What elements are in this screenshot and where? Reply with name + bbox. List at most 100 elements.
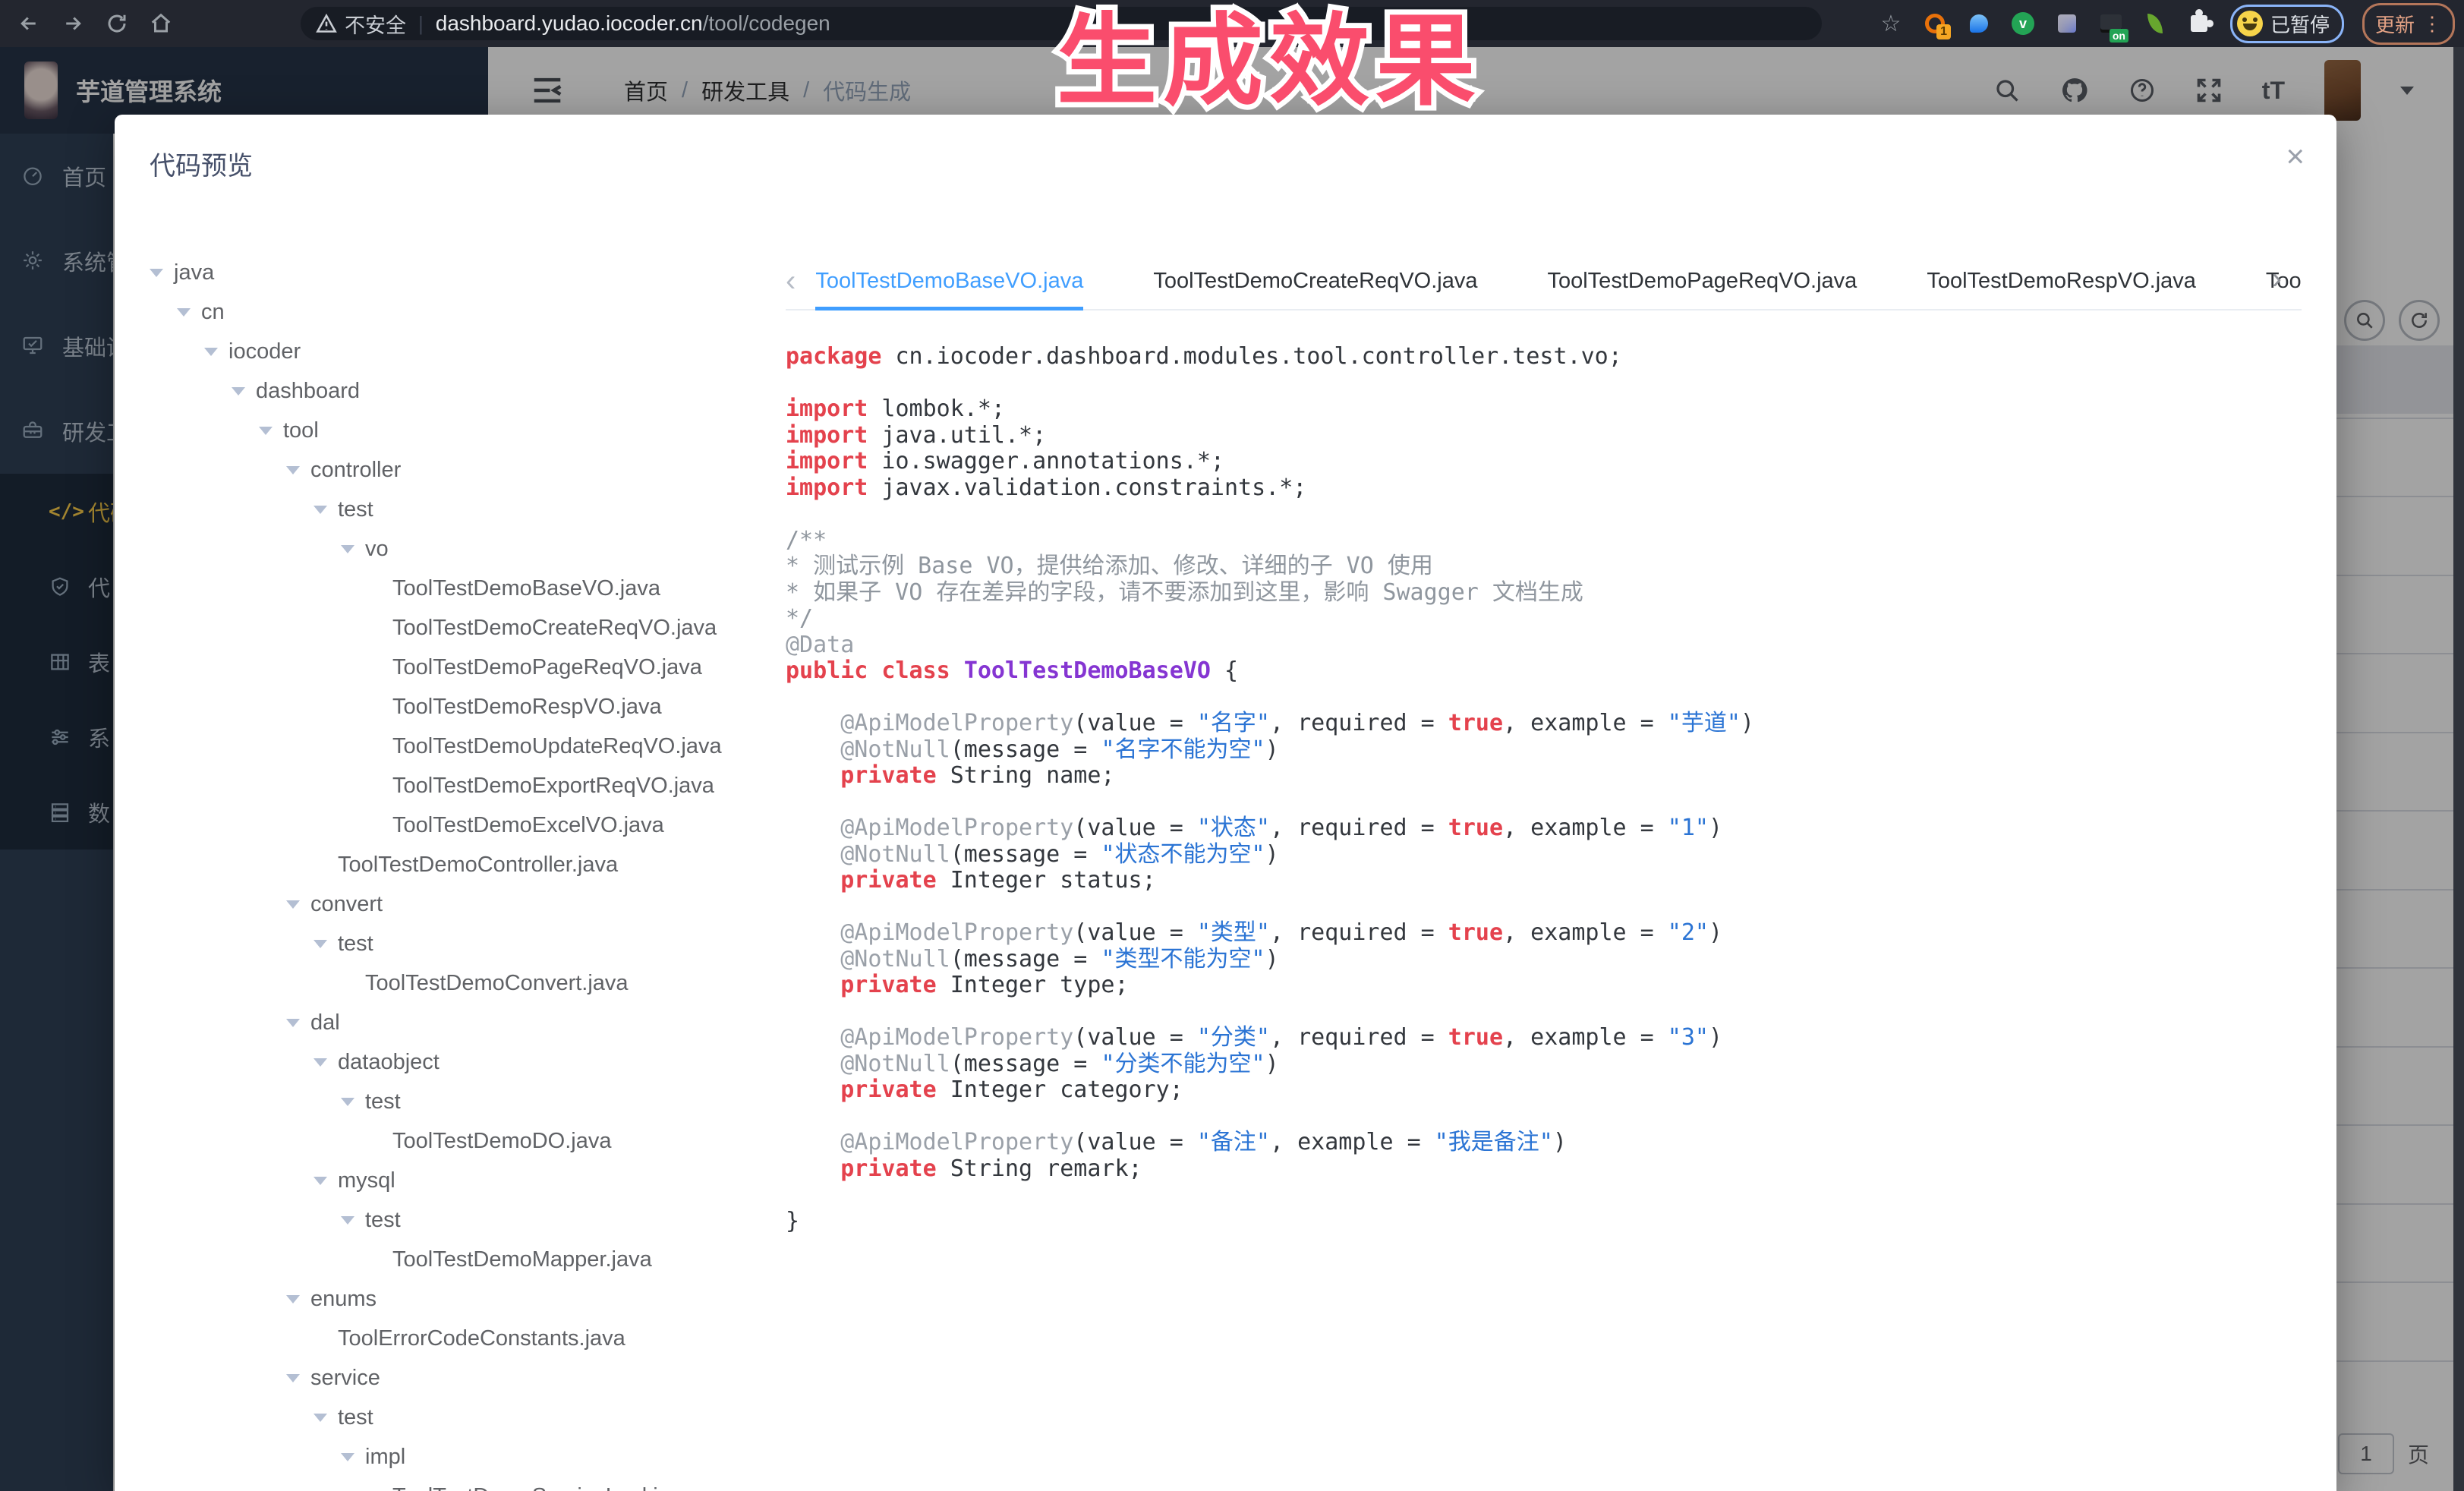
- tree-folder[interactable]: enums: [150, 1279, 786, 1319]
- tree-folder[interactable]: test: [150, 1200, 786, 1240]
- tree-folder[interactable]: dal: [150, 1003, 786, 1042]
- tree-file[interactable]: ToolTestDemoServiceImpl.java: [150, 1477, 786, 1491]
- tree-label: test: [338, 1405, 373, 1430]
- tree-expand-caret-icon[interactable]: [259, 427, 273, 435]
- security-label[interactable]: 不安全: [345, 9, 406, 39]
- tree-label: service: [310, 1366, 380, 1391]
- tree-expand-caret-icon[interactable]: [341, 1216, 354, 1225]
- tree-label: ToolTestDemoCreateReqVO.java: [392, 616, 717, 641]
- tree-expand-caret-icon[interactable]: [286, 466, 300, 474]
- tree-folder[interactable]: convert: [150, 884, 786, 924]
- tree-expand-caret-icon[interactable]: [341, 545, 354, 553]
- tree-label: impl: [365, 1445, 405, 1470]
- scrollbar[interactable]: [2453, 47, 2464, 1491]
- tab-ToolTestDemoCreateReqVO.java[interactable]: ToolTestDemoCreateReqVO.java: [1153, 253, 1477, 309]
- tree-expand-caret-icon[interactable]: [314, 1177, 327, 1185]
- tree-folder[interactable]: dataobject: [150, 1042, 786, 1082]
- tree-folder[interactable]: test: [150, 924, 786, 963]
- tree-expand-caret-icon[interactable]: [232, 387, 245, 396]
- extension-sprout-icon[interactable]: [2142, 11, 2168, 36]
- tree-label: dal: [310, 1010, 340, 1036]
- tree-label: iocoder: [228, 339, 301, 364]
- tree-expand-caret-icon[interactable]: [150, 269, 163, 277]
- tree-expand-caret-icon[interactable]: [314, 506, 327, 514]
- extension-drop-icon[interactable]: [1966, 11, 1992, 36]
- tree-expand-caret-icon[interactable]: [314, 1058, 327, 1067]
- tabs-scroll-left-icon[interactable]: ‹: [786, 264, 796, 298]
- tree-file[interactable]: ToolTestDemoController.java: [150, 845, 786, 884]
- insecure-warning-icon: [316, 13, 337, 34]
- tree-expand-caret-icon[interactable]: [286, 1374, 300, 1382]
- browser-update-button[interactable]: 更新 ⋮: [2362, 3, 2455, 45]
- tree-label: test: [338, 931, 373, 957]
- tree-file[interactable]: ToolTestDemoUpdateReqVO.java: [150, 727, 786, 766]
- tree-expand-caret-icon[interactable]: [341, 1098, 354, 1106]
- tree-folder[interactable]: impl: [150, 1437, 786, 1477]
- file-tabs: ‹ ToolTestDemoBaseVO.java ToolTestDemoCre…: [786, 253, 2302, 310]
- tree-expand-caret-icon[interactable]: [286, 1295, 300, 1303]
- tree-folder[interactable]: mysql: [150, 1161, 786, 1200]
- tab-ToolTestDemoPageReqVO.java[interactable]: ToolTestDemoPageReqVO.java: [1547, 253, 1857, 309]
- tree-folder[interactable]: service: [150, 1358, 786, 1398]
- bookmark-star-icon[interactable]: ☆: [1878, 11, 1904, 36]
- tree-file[interactable]: ToolTestDemoExcelVO.java: [150, 805, 786, 845]
- tree-file[interactable]: ToolTestDemoDO.java: [150, 1121, 786, 1161]
- tree-folder[interactable]: test: [150, 490, 786, 529]
- tree-expand-caret-icon[interactable]: [314, 1414, 327, 1422]
- extension-green-v-icon[interactable]: v: [2010, 11, 2036, 36]
- tree-file[interactable]: ToolTestDemoMapper.java: [150, 1240, 786, 1279]
- profile-paused-chip[interactable]: 已暂停: [2230, 5, 2344, 43]
- tree-expand-caret-icon[interactable]: [341, 1453, 354, 1461]
- home-icon[interactable]: [146, 8, 176, 39]
- tree-file[interactable]: ToolTestDemoRespVO.java: [150, 687, 786, 727]
- back-icon[interactable]: [14, 8, 44, 39]
- close-icon[interactable]: ×: [2286, 140, 2305, 172]
- tree-folder[interactable]: test: [150, 1082, 786, 1121]
- tree-expand-caret-icon[interactable]: [286, 1019, 300, 1027]
- tree-folder[interactable]: java: [150, 253, 786, 292]
- tree-label: ToolTestDemoDO.java: [392, 1129, 612, 1154]
- tree-expand-caret-icon[interactable]: [204, 348, 218, 356]
- tree-file[interactable]: ToolErrorCodeConstants.java: [150, 1319, 786, 1358]
- tree-label: java: [174, 260, 214, 285]
- tabs-scroll-right-icon[interactable]: ›: [2272, 262, 2282, 296]
- tab-ToolTestDemoRespVO.java[interactable]: ToolTestDemoRespVO.java: [1927, 253, 2196, 309]
- forward-icon[interactable]: [58, 8, 88, 39]
- extension-switch-icon[interactable]: on: [2098, 11, 2124, 36]
- dialog-title: 代码预览: [150, 145, 253, 182]
- extension-grid-icon[interactable]: [2054, 11, 2080, 36]
- code-viewer: package cn.iocoder.dashboard.modules.too…: [786, 344, 2302, 1234]
- tree-file[interactable]: ToolTestDemoExportReqVO.java: [150, 766, 786, 805]
- tree-folder[interactable]: iocoder: [150, 332, 786, 371]
- tree-label: ToolTestDemoMapper.java: [392, 1247, 652, 1272]
- tree-file[interactable]: ToolTestDemoConvert.java: [150, 963, 786, 1003]
- browser-menu-icon[interactable]: ⋮: [2422, 18, 2442, 29]
- tree-expand-caret-icon[interactable]: [314, 940, 327, 948]
- tree-label: ToolTestDemoBaseVO.java: [392, 576, 660, 601]
- reload-icon[interactable]: [102, 8, 132, 39]
- tab-ToolTestDemoBaseVO.java[interactable]: ToolTestDemoBaseVO.java: [815, 253, 1083, 309]
- tree-label: ToolTestDemoServiceImpl.java: [392, 1484, 693, 1491]
- tree-label: test: [338, 497, 373, 522]
- tree-label: ToolTestDemoPageReqVO.java: [392, 655, 702, 680]
- tree-folder[interactable]: tool: [150, 411, 786, 450]
- tree-folder[interactable]: controller: [150, 450, 786, 490]
- tree-label: test: [365, 1208, 401, 1233]
- extensions-puzzle-icon[interactable]: [2186, 11, 2212, 36]
- tree-folder[interactable]: test: [150, 1398, 786, 1437]
- tree-file[interactable]: ToolTestDemoPageReqVO.java: [150, 648, 786, 687]
- tree-folder[interactable]: vo: [150, 529, 786, 569]
- tree-folder[interactable]: cn: [150, 292, 786, 332]
- tree-label: test: [365, 1089, 401, 1114]
- tree-label: ToolTestDemoExcelVO.java: [392, 813, 664, 838]
- tree-expand-caret-icon[interactable]: [177, 308, 191, 317]
- tree-folder[interactable]: dashboard: [150, 371, 786, 411]
- tree-label: mysql: [338, 1168, 395, 1193]
- tree-label: ToolTestDemoUpdateReqVO.java: [392, 734, 722, 759]
- extension-orange-icon[interactable]: 1: [1922, 11, 1948, 36]
- tree-file[interactable]: ToolTestDemoCreateReqVO.java: [150, 608, 786, 648]
- tree-expand-caret-icon[interactable]: [286, 900, 300, 909]
- tree-file[interactable]: ToolTestDemoBaseVO.java: [150, 569, 786, 608]
- url-host: dashboard.yudao.iocoder.cn: [436, 11, 703, 36]
- url-path: /tool/codegen: [703, 11, 830, 36]
